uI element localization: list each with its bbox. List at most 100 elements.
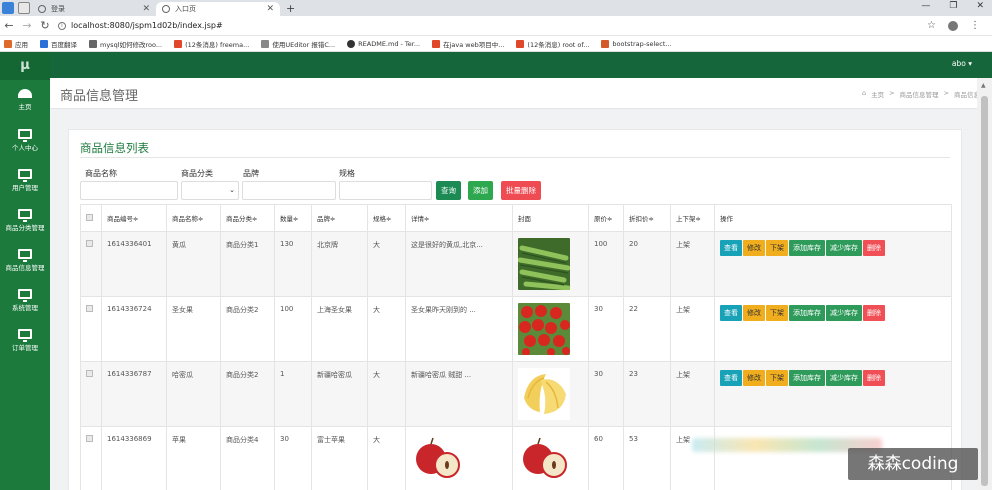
globe-icon [162,5,170,13]
column-header[interactable]: 商品分类≑ [220,204,275,232]
bookmark-item[interactable]: (12条消息) freema... [174,39,249,49]
column-header[interactable]: 详情≑ [405,204,513,232]
view-button[interactable]: 查看 [720,305,742,321]
sidebar-item-product-management[interactable]: 商品信息管理 [0,240,50,280]
sidebar-item-user-management[interactable]: 用户管理 [0,160,50,200]
bookmark-item[interactable]: 使用UEditor 报错C... [261,39,335,49]
url-field[interactable]: i localhost:8080/jspm1d02b/index.jsp# [58,21,919,30]
scroll-up-icon[interactable]: ▲ [981,82,986,89]
column-header[interactable]: 数量≑ [274,204,312,232]
column-header[interactable]: 品牌≑ [311,204,368,232]
bookmark-item[interactable]: README.md - Ter... [347,39,420,48]
brand-filter-input[interactable] [242,181,336,200]
cell-category: 商品分类1 [220,231,275,297]
cell-discount: 23 [623,361,671,427]
reduce-stock-button[interactable]: 减少库存 [826,240,862,256]
cell-brand: 上海圣女果 [311,296,368,362]
bookmark-item[interactable]: 在java web项目中... [432,39,504,49]
app-logo[interactable]: μ [0,52,50,80]
sidebar-item-category-management[interactable]: 商品分类管理 [0,200,50,240]
row-checkbox[interactable] [86,305,93,312]
row-checkbox[interactable] [86,240,93,247]
scrollbar-thumb[interactable] [981,96,988,486]
edit-button[interactable]: 修改 [743,305,765,321]
reduce-stock-button[interactable]: 减少库存 [826,370,862,386]
search-button[interactable]: 查询 [436,181,461,200]
browser-tab-login[interactable]: 登录 ✕ [32,2,156,16]
off-shelf-button[interactable]: 下架 [766,370,788,386]
cell-shelf: 上架 [670,361,715,427]
column-header[interactable]: 折扣价≑ [623,204,671,232]
reduce-stock-button[interactable]: 减少库存 [826,305,862,321]
cell-detail: 圣女果昨天刚到的 ... [405,296,513,362]
batch-delete-button[interactable]: 批量删除 [501,181,541,200]
column-header[interactable]: 商品编号≑ [101,204,167,232]
bookmark-item[interactable]: (12条消息) root of... [516,39,589,49]
close-tab-icon[interactable]: ✕ [142,4,150,14]
cell-cover [512,426,589,490]
spec-filter-input[interactable] [339,181,432,200]
forward-icon[interactable]: → [22,19,32,32]
table-row: 1614336869 苹果 商品分类4 30 富士苹果 大 60 53 上架 [80,426,952,490]
reload-icon[interactable]: ↻ [40,19,50,32]
back-icon[interactable]: ← [4,19,14,32]
user-menu[interactable]: abo ▾ [952,59,972,68]
minimize-icon[interactable]: — [921,1,930,11]
sidebar-item-system-management[interactable]: 系统管理 [0,280,50,320]
name-filter-input[interactable] [80,181,178,200]
app-launcher-icon[interactable] [18,2,30,14]
cell-discount: 22 [623,296,671,362]
globe-icon [38,5,46,13]
maximize-icon[interactable]: ❐ [949,1,957,11]
edit-button[interactable]: 修改 [743,240,765,256]
off-shelf-button[interactable]: 下架 [766,305,788,321]
new-tab-button[interactable]: + [280,2,301,15]
browser-tab-entry[interactable]: 入口页 ✕ [156,2,280,16]
table-row: 1614336787 哈密瓜 商品分类2 1 新疆哈密瓜 大 新疆哈密瓜 贼甜 … [80,361,952,427]
row-checkbox[interactable] [86,370,93,377]
close-window-icon[interactable]: ✕ [976,1,984,11]
account-icon[interactable] [948,20,958,31]
bookmark-apps[interactable]: 应用 [4,39,28,49]
select-all-checkbox[interactable] [80,204,102,232]
delete-button[interactable]: 删除 [863,370,885,386]
sidebar-item-home[interactable]: 主页 [0,80,50,120]
sidebar-item-personal-center[interactable]: 个人中心 [0,120,50,160]
column-header[interactable]: 规格≑ [367,204,406,232]
bookmark-item[interactable]: bootstrap-select... [601,39,672,48]
table-row: 1614336401 黄瓜 商品分类1 130 北京牌 大 这是很好的黄瓜,北京… [80,231,952,297]
checkbox[interactable] [86,213,93,221]
delete-button[interactable]: 删除 [863,240,885,256]
bookmarks-bar: 应用 百度翻译 mysql如何修改roo... (12条消息) freema..… [0,36,992,52]
add-button[interactable]: 添加 [468,181,493,200]
edit-button[interactable]: 修改 [743,370,765,386]
site-info-icon[interactable]: i [58,21,66,30]
menu-dots-icon[interactable]: ⋮ [970,20,980,31]
off-shelf-button[interactable]: 下架 [766,240,788,256]
view-button[interactable]: 查看 [720,240,742,256]
breadcrumb-section[interactable]: 商品信息管理 [900,89,939,99]
column-header[interactable]: 原价≑ [588,204,624,232]
bookmark-item[interactable]: mysql如何修改roo... [89,39,162,49]
page-scrollbar[interactable]: ▲ [977,78,992,490]
add-stock-button[interactable]: 添加库存 [789,370,825,386]
close-tab-icon[interactable]: ✕ [266,4,274,14]
melon-image [518,368,570,420]
tab-search-icon[interactable] [2,2,14,14]
add-stock-button[interactable]: 添加库存 [789,305,825,321]
sidebar-item-order-management[interactable]: 订单管理 [0,320,50,360]
product-list-panel: 商品信息列表 商品名称 商品分类 ⌄ 品牌 规格 查询 添加 批量删除 商品编号… [68,129,962,490]
bookmark-item[interactable]: 百度翻译 [40,39,77,49]
cell-spec: 大 [367,426,406,490]
cell-brand: 富士苹果 [311,426,368,490]
column-header[interactable]: 上下架≑ [670,204,715,232]
breadcrumb-home[interactable]: 主页 [871,89,884,99]
category-filter-select[interactable]: ⌄ [181,181,239,200]
column-header[interactable]: 商品名称≑ [166,204,221,232]
add-stock-button[interactable]: 添加库存 [789,240,825,256]
row-checkbox[interactable] [86,435,93,442]
bookmark-star-icon[interactable]: ☆ [927,20,936,31]
view-button[interactable]: 查看 [720,370,742,386]
column-header: 操作 [714,204,952,232]
delete-button[interactable]: 删除 [863,305,885,321]
